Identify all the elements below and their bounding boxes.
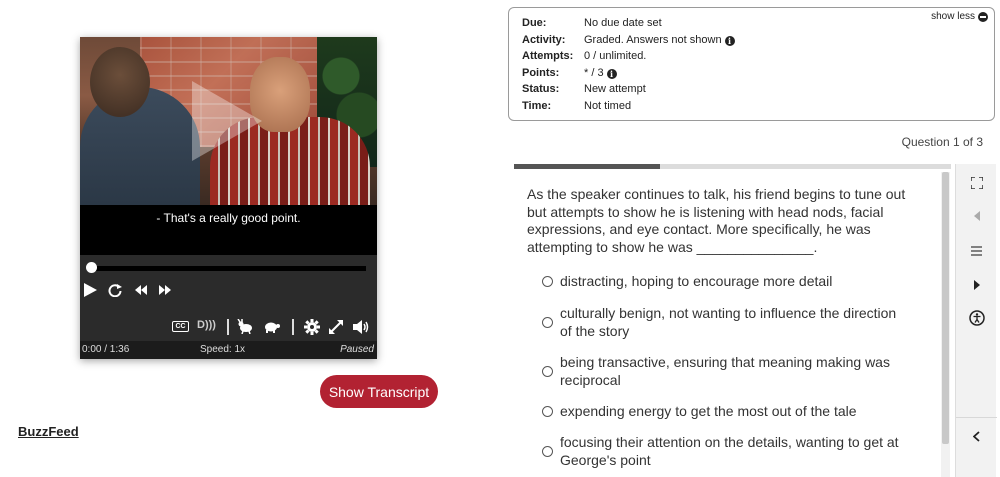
- video-person-back-head: [90, 47, 150, 117]
- radio-button[interactable]: [542, 365, 553, 377]
- info-value: New attempt: [584, 83, 646, 95]
- show-less-label: show less: [931, 11, 975, 22]
- seek-bar[interactable]: [88, 266, 366, 271]
- info-value: 0 / unlimited.: [584, 50, 646, 62]
- prev-icon[interactable]: [956, 201, 997, 231]
- radio-button[interactable]: [542, 316, 553, 328]
- player-status-bar: 0:00 / 1:36 Speed: 1x Paused: [80, 341, 377, 359]
- question-progress-bar: [514, 164, 951, 169]
- side-rail: [955, 164, 997, 477]
- answer-option[interactable]: expending energy to get the most out of …: [542, 402, 900, 420]
- playback-speed: Speed: 1x: [200, 344, 246, 355]
- show-transcript-button[interactable]: Show Transcript: [320, 375, 438, 408]
- info-key: Due:: [522, 17, 547, 29]
- info-value: Not timed: [584, 100, 631, 112]
- slower-rabbit-icon[interactable]: [237, 319, 254, 334]
- answer-option[interactable]: culturally benign, not wanting to influe…: [542, 304, 900, 340]
- next-icon[interactable]: [956, 270, 997, 300]
- info-value-text: No due date set: [584, 17, 662, 29]
- restart-icon[interactable]: [108, 283, 122, 297]
- info-value-text: Not timed: [584, 99, 632, 112]
- play-icon[interactable]: [84, 283, 97, 297]
- elapsed-time: 0:00 / 1:36: [82, 344, 130, 355]
- info-value-text: Graded. Answers not shown: [584, 33, 722, 46]
- video-frame[interactable]: [80, 37, 377, 205]
- answer-option[interactable]: distracting, hoping to encourage more de…: [542, 272, 900, 290]
- player-controls: CC D))) 0:00 / 1:36 Speed: 1x Paused: [80, 255, 377, 359]
- video-player: - That's a really good point. CC D))) 0:…: [80, 37, 377, 359]
- question-scrollbar[interactable]: [941, 172, 950, 477]
- source-link[interactable]: BuzzFeed: [18, 424, 79, 439]
- turtle-icon[interactable]: [263, 321, 280, 333]
- minus-circle-icon: [978, 11, 988, 22]
- player-state: Paused: [340, 344, 374, 355]
- radio-button[interactable]: [542, 445, 553, 457]
- answer-option-label: being transactive, ensuring that meaning…: [560, 354, 890, 388]
- info-value-text: New attempt: [584, 83, 646, 95]
- page: - That's a really good point. CC D))) 0:…: [0, 0, 1000, 477]
- captions-icon[interactable]: CC: [172, 321, 189, 332]
- answer-option-label: distracting, hoping to encourage more de…: [560, 273, 833, 289]
- fast-forward-icon[interactable]: [159, 285, 171, 295]
- big-play-icon[interactable]: [192, 81, 262, 161]
- answer-option[interactable]: focusing their attention on the details,…: [542, 433, 900, 469]
- info-value: * / 3i: [584, 67, 617, 79]
- info-value-text: * / 3: [584, 66, 604, 79]
- question-counter: Question 1 of 3: [901, 135, 983, 149]
- info-key: Status:: [522, 83, 560, 95]
- settings-gear-icon[interactable]: [304, 319, 320, 335]
- accessibility-icon[interactable]: [956, 303, 997, 333]
- answer-option-label: expending energy to get the most out of …: [560, 403, 857, 419]
- control-divider: [227, 319, 229, 335]
- question-text: As the speaker continues to talk, his fr…: [527, 186, 906, 255]
- question-progress-fill: [514, 164, 660, 169]
- radio-button[interactable]: [542, 405, 553, 417]
- seek-handle[interactable]: [86, 262, 97, 273]
- answer-option[interactable]: being transactive, ensuring that meaning…: [542, 353, 900, 389]
- caption-text: - That's a really good point.: [156, 211, 301, 225]
- radio-button[interactable]: [542, 275, 553, 287]
- info-value: Graded. Answers not shown i: [584, 34, 735, 46]
- info-key: Time:: [522, 99, 552, 112]
- info-key: Activity:: [522, 33, 566, 46]
- answer-option-label: focusing their attention on the details,…: [560, 434, 899, 468]
- rewind-icon[interactable]: [135, 285, 147, 295]
- info-icon[interactable]: i: [724, 35, 735, 46]
- collapse-icon[interactable]: [956, 421, 997, 451]
- rail-divider: [956, 417, 997, 418]
- caption-area: - That's a really good point.: [80, 205, 377, 255]
- info-key: Points:: [522, 66, 560, 79]
- volume-icon[interactable]: [353, 320, 369, 334]
- info-value-text: 0 / unlimited.: [584, 50, 647, 62]
- show-less-toggle[interactable]: show less: [931, 11, 988, 22]
- fullscreen-expand-icon[interactable]: [329, 320, 343, 334]
- control-divider: [292, 319, 294, 335]
- info-key: Attempts:: [522, 50, 574, 62]
- info-icon[interactable]: i: [606, 68, 617, 79]
- scrollbar-thumb[interactable]: [942, 172, 949, 444]
- fullscreen-icon[interactable]: [956, 168, 997, 198]
- answer-option-label: culturally benign, not wanting to influe…: [560, 305, 897, 339]
- info-value: No due date set: [584, 17, 662, 29]
- audio-description-icon[interactable]: D))): [197, 320, 216, 331]
- menu-icon[interactable]: [956, 236, 997, 266]
- assignment-info-panel: show less Due: No due date set Activity: Gr…: [508, 7, 995, 121]
